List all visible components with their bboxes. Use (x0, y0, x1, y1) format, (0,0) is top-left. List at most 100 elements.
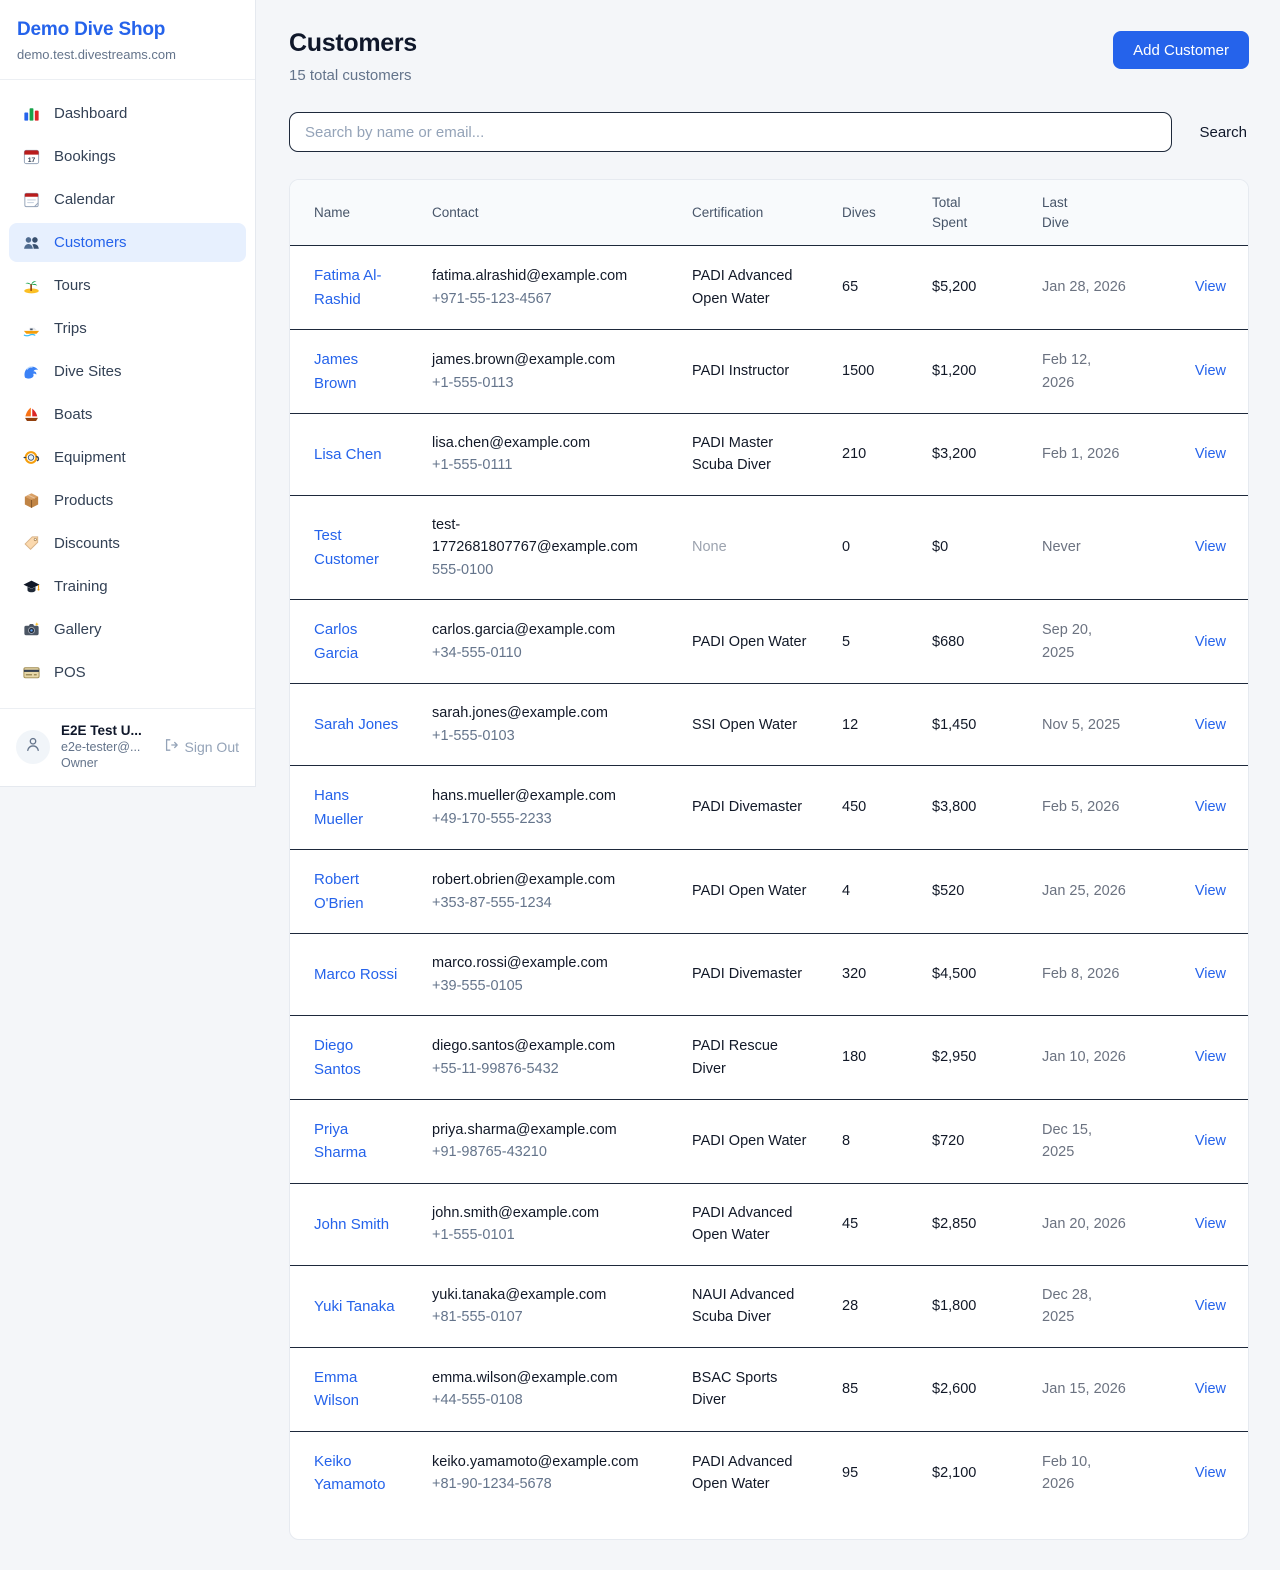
customer-name-link[interactable]: Diego Santos (314, 1037, 361, 1077)
add-customer-button[interactable]: Add Customer (1113, 31, 1249, 69)
sidebar-item-products[interactable]: Products (9, 481, 246, 520)
customer-name-link[interactable]: Hans Mueller (314, 787, 363, 827)
calendar-pad-icon (22, 190, 41, 209)
main-content: Customers 15 total customers Add Custome… (256, 0, 1280, 1570)
view-link[interactable]: View (1195, 363, 1226, 379)
customer-phone: +81-90-1234-5678 (432, 1473, 660, 1495)
view-link[interactable]: View (1195, 1133, 1226, 1149)
customer-certification: PADI Instructor (692, 363, 789, 379)
column-header-contact: Contact (416, 180, 676, 246)
sidebar-item-training[interactable]: Training (9, 567, 246, 606)
customer-certification: PADI Open Water (692, 1133, 806, 1149)
sidebar-item-pos[interactable]: POS (9, 653, 246, 692)
user-name: E2E Test U... (61, 723, 152, 738)
sign-out-label: Sign Out (185, 739, 239, 755)
sidebar-item-equipment[interactable]: Equipment (9, 438, 246, 477)
customer-phone: +34-555-0110 (432, 642, 660, 664)
customer-last-dive: Dec 28, 2025 (1026, 1265, 1142, 1347)
view-link[interactable]: View (1195, 1381, 1226, 1397)
customer-total-spent: $720 (916, 1099, 1026, 1183)
search-input[interactable] (289, 112, 1172, 152)
customer-name-link[interactable]: Marco Rossi (314, 966, 397, 983)
customer-name-link[interactable]: Yuki Tanaka (314, 1298, 395, 1315)
customer-total-spent: $2,850 (916, 1183, 1026, 1265)
wave-icon (22, 362, 41, 381)
view-link[interactable]: View (1195, 1465, 1226, 1481)
person-icon (24, 735, 42, 758)
customer-dives: 95 (826, 1431, 916, 1514)
customer-email: robert.obrien@example.com (432, 869, 660, 891)
view-link[interactable]: View (1195, 883, 1226, 899)
customer-total-spent: $2,600 (916, 1347, 1026, 1431)
customer-total-spent: $4,500 (916, 934, 1026, 1016)
customer-name-link[interactable]: Emma Wilson (314, 1369, 359, 1409)
customer-certification: NAUI Advanced Scuba Diver (692, 1287, 794, 1325)
table-row: Hans Mueller hans.mueller@example.com +4… (290, 766, 1249, 850)
view-link[interactable]: View (1195, 634, 1226, 650)
customer-name-link[interactable]: Fatima Al-Rashid (314, 267, 382, 307)
view-link[interactable]: View (1195, 279, 1226, 295)
sidebar-item-boats[interactable]: Boats (9, 395, 246, 434)
customer-name-link[interactable]: John Smith (314, 1216, 389, 1233)
customer-last-dive: Never (1026, 495, 1142, 599)
customer-name-link[interactable]: James Brown (314, 351, 358, 391)
view-link[interactable]: View (1195, 1049, 1226, 1065)
view-link[interactable]: View (1195, 446, 1226, 462)
customer-certification: BSAC Sports Diver (692, 1370, 777, 1408)
customer-total-spent: $1,450 (916, 684, 1026, 766)
customer-dives: 12 (826, 684, 916, 766)
customer-email: john.smith@example.com (432, 1202, 660, 1224)
table-row: Diego Santos diego.santos@example.com +5… (290, 1016, 1249, 1100)
customer-last-dive: Feb 1, 2026 (1026, 414, 1142, 496)
customer-phone: +1-555-0103 (432, 725, 660, 747)
customer-phone: +55-11-99876-5432 (432, 1058, 660, 1080)
customer-name-link[interactable]: Test Customer (314, 527, 379, 567)
customer-total-spent: $3,800 (916, 766, 1026, 850)
table-row: James Brown james.brown@example.com +1-5… (290, 330, 1249, 414)
sidebar-item-dashboard[interactable]: Dashboard (9, 94, 246, 133)
customer-dives: 4 (826, 850, 916, 934)
customer-email: lisa.chen@example.com (432, 432, 660, 454)
sidebar-item-gallery[interactable]: Gallery (9, 610, 246, 649)
table-row: Carlos Garcia carlos.garcia@example.com … (290, 600, 1249, 684)
customer-name-link[interactable]: Carlos Garcia (314, 621, 358, 661)
sign-out-button[interactable]: Sign Out (163, 737, 239, 756)
view-link[interactable]: View (1195, 966, 1226, 982)
view-link[interactable]: View (1195, 1216, 1226, 1232)
sidebar-item-discounts[interactable]: Discounts (9, 524, 246, 563)
customer-name-link[interactable]: Lisa Chen (314, 446, 382, 463)
sidebar-item-dive-sites[interactable]: Dive Sites (9, 352, 246, 391)
customer-total-spent: $3,200 (916, 414, 1026, 496)
customer-name-link[interactable]: Priya Sharma (314, 1121, 367, 1161)
customer-phone: +1-555-0113 (432, 372, 660, 394)
customer-phone: +971-55-123-4567 (432, 288, 660, 310)
customer-name-link[interactable]: Sarah Jones (314, 716, 398, 733)
column-header-total-spent: Total Spent (916, 180, 1026, 246)
sidebar-item-bookings[interactable]: 17 Bookings (9, 137, 246, 176)
sidebar-item-tours[interactable]: Tours (9, 266, 246, 305)
app: Demo Dive Shop demo.test.divestreams.com… (0, 0, 1280, 1570)
view-link[interactable]: View (1195, 799, 1226, 815)
customer-name-link[interactable]: Keiko Yamamoto (314, 1453, 385, 1493)
page-title: Customers (289, 29, 417, 58)
column-header-last-dive: Last Dive (1026, 180, 1142, 246)
customer-certification: PADI Rescue Diver (692, 1038, 778, 1076)
customer-name-link[interactable]: Robert O'Brien (314, 871, 364, 911)
sidebar-item-trips[interactable]: Trips (9, 309, 246, 348)
customer-last-dive: Sep 20, 2025 (1026, 600, 1142, 684)
search-bar: Search (289, 112, 1249, 152)
sidebar-item-calendar[interactable]: Calendar (9, 180, 246, 219)
customer-phone: +1-555-0101 (432, 1224, 660, 1246)
sign-out-icon (163, 737, 179, 756)
user-email: e2e-tester@... (61, 740, 152, 754)
view-link[interactable]: View (1195, 1298, 1226, 1314)
customer-certification: PADI Advanced Open Water (692, 1454, 793, 1492)
view-link[interactable]: View (1195, 539, 1226, 555)
customer-last-dive: Feb 5, 2026 (1026, 766, 1142, 850)
sidebar-item-customers[interactable]: Customers (9, 223, 246, 262)
view-link[interactable]: View (1195, 717, 1226, 733)
customer-last-dive: Dec 15, 2025 (1026, 1099, 1142, 1183)
customer-total-spent: $5,200 (916, 246, 1026, 330)
search-button[interactable]: Search (1197, 120, 1249, 145)
customer-email: diego.santos@example.com (432, 1035, 660, 1057)
